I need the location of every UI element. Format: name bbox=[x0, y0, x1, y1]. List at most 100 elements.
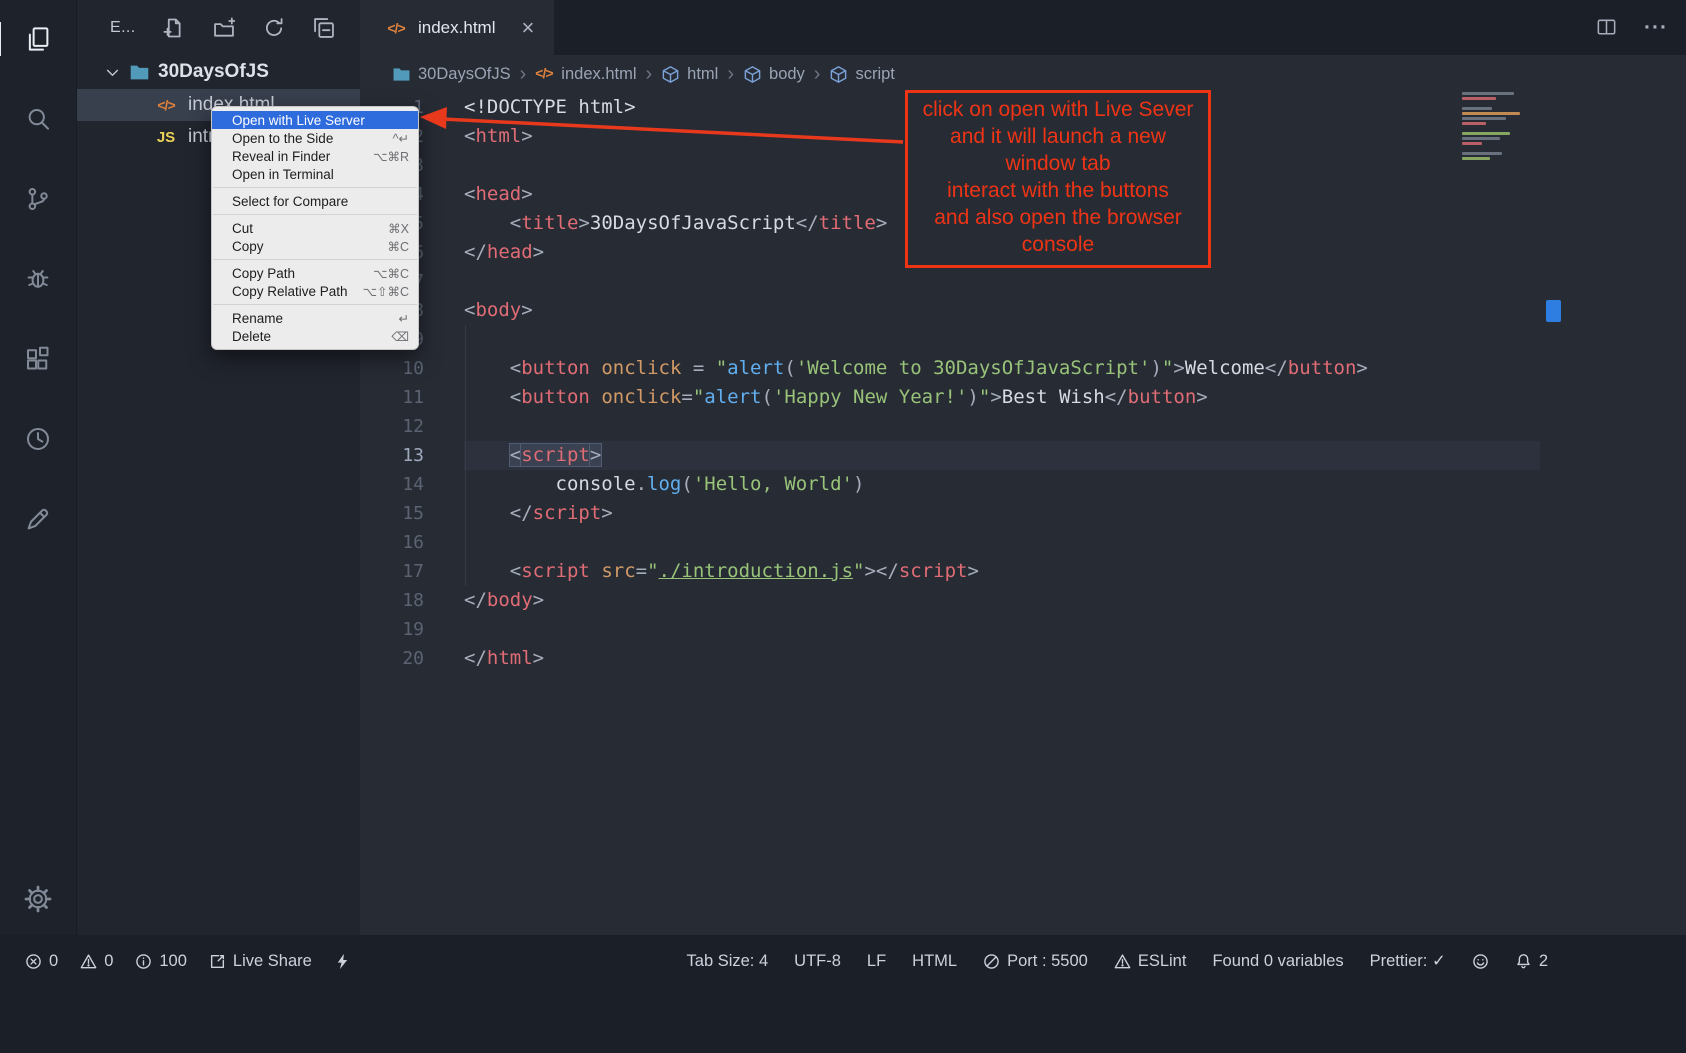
activity-bar-bottom bbox=[0, 884, 76, 935]
tree-root-row[interactable]: 30DaysOfJS bbox=[77, 55, 360, 89]
html-icon: </> bbox=[153, 97, 179, 113]
debug-icon[interactable] bbox=[23, 264, 53, 294]
status-tab-size-4[interactable]: Tab Size: 4 bbox=[687, 952, 769, 971]
line-number[interactable]: 11 bbox=[360, 383, 464, 412]
code-text: </body> bbox=[464, 586, 1540, 615]
code-line-14[interactable]: 14 console.log('Hello, World') bbox=[360, 470, 1540, 499]
line-number[interactable]: 13 bbox=[360, 441, 464, 470]
code-text bbox=[464, 267, 1540, 296]
refresh-icon[interactable] bbox=[263, 17, 285, 39]
cube-icon bbox=[829, 65, 848, 84]
code-line-18[interactable]: 18</body> bbox=[360, 586, 1540, 615]
vscode-window: E... 30DaysOfJS </>index.htmlJSintroduct… bbox=[0, 0, 1686, 1053]
status-live-share[interactable]: Live Share bbox=[209, 952, 312, 971]
tab-index-html[interactable]: </> index.html × bbox=[360, 0, 554, 55]
files-icon[interactable] bbox=[23, 24, 53, 54]
status-label: 2 bbox=[1539, 952, 1548, 971]
code-text: console.log('Hello, World') bbox=[464, 470, 1540, 499]
code-line-19[interactable]: 19 bbox=[360, 615, 1540, 644]
menu-item-open-to-the-side[interactable]: Open to the Side^↵ bbox=[212, 129, 418, 147]
info-icon bbox=[135, 953, 152, 970]
menu-item-shortcut: ⌘C bbox=[387, 239, 409, 254]
code-line-17[interactable]: 17 <script src="./introduction.js"></scr… bbox=[360, 557, 1540, 586]
menu-item-label: Copy Path bbox=[232, 266, 295, 281]
menu-item-copy-path[interactable]: Copy Path⌥⌘C bbox=[212, 264, 418, 282]
code-line-9[interactable]: 9 bbox=[360, 325, 1540, 354]
status-port-5500[interactable]: Port : 5500 bbox=[983, 952, 1088, 971]
code-text: </html> bbox=[464, 644, 1540, 673]
code-line-13[interactable]: 13 <script> bbox=[360, 441, 1540, 470]
status-0[interactable]: 0 bbox=[25, 952, 58, 971]
error-icon bbox=[25, 953, 42, 970]
settings-gear-icon[interactable] bbox=[23, 884, 53, 914]
line-number[interactable]: 12 bbox=[360, 412, 464, 441]
code-line-15[interactable]: 15 </script> bbox=[360, 499, 1540, 528]
line-number[interactable]: 19 bbox=[360, 615, 464, 644]
split-editor-icon[interactable] bbox=[1595, 16, 1618, 39]
indent-guide bbox=[465, 325, 466, 586]
menu-item-open-with-live-server[interactable]: Open with Live Server bbox=[212, 111, 418, 129]
close-icon[interactable]: × bbox=[521, 17, 534, 39]
clock-icon[interactable] bbox=[23, 424, 53, 454]
menu-item-label: Select for Compare bbox=[232, 194, 348, 209]
more-actions-icon[interactable]: ··· bbox=[1644, 17, 1668, 38]
code-line-10[interactable]: 10 <button onclick = "alert('Welcome to … bbox=[360, 354, 1540, 383]
status-0[interactable]: 0 bbox=[80, 952, 113, 971]
status-smiley-icon[interactable] bbox=[1472, 953, 1489, 970]
status-100[interactable]: 100 bbox=[135, 952, 187, 971]
menu-separator bbox=[213, 187, 417, 188]
status-2[interactable]: 2 bbox=[1515, 952, 1548, 971]
status-utf-8[interactable]: UTF-8 bbox=[794, 952, 841, 971]
status-label: HTML bbox=[912, 952, 957, 971]
line-number[interactable]: 10 bbox=[360, 354, 464, 383]
status-found-0-variables[interactable]: Found 0 variables bbox=[1212, 952, 1343, 971]
new-file-icon[interactable] bbox=[163, 17, 185, 39]
minimap[interactable] bbox=[1458, 92, 1542, 162]
source-control-icon[interactable] bbox=[23, 184, 53, 214]
line-number[interactable]: 18 bbox=[360, 586, 464, 615]
menu-item-copy[interactable]: Copy⌘C bbox=[212, 237, 418, 255]
breadcrumb-index-html[interactable]: </>index.html bbox=[535, 65, 636, 84]
breadcrumb-html[interactable]: html bbox=[661, 65, 718, 84]
menu-item-label: Open to the Side bbox=[232, 131, 333, 146]
menu-item-copy-relative-path[interactable]: Copy Relative Path⌥⇧⌘C bbox=[212, 282, 418, 300]
menu-item-open-in-terminal[interactable]: Open in Terminal bbox=[212, 165, 418, 183]
menu-item-reveal-in-finder[interactable]: Reveal in Finder⌥⌘R bbox=[212, 147, 418, 165]
line-number[interactable]: 16 bbox=[360, 528, 464, 557]
menu-item-shortcut: ⌥⇧⌘C bbox=[363, 284, 409, 299]
menu-item-label: Cut bbox=[232, 221, 253, 236]
chevron-down-icon bbox=[104, 64, 121, 81]
bell-icon bbox=[1515, 953, 1532, 970]
status-prettier[interactable]: Prettier: ✓ bbox=[1370, 951, 1446, 971]
line-number[interactable]: 17 bbox=[360, 557, 464, 586]
code-line-16[interactable]: 16 bbox=[360, 528, 1540, 557]
breadcrumb-30daysofjs[interactable]: 30DaysOfJS bbox=[392, 65, 511, 84]
code-line-12[interactable]: 12 bbox=[360, 412, 1540, 441]
line-number[interactable]: 14 bbox=[360, 470, 464, 499]
code-line-7[interactable]: 7 bbox=[360, 267, 1540, 296]
context-menu: Open with Live ServerOpen to the Side^↵R… bbox=[211, 106, 419, 350]
extensions-icon[interactable] bbox=[23, 344, 53, 374]
breadcrumb-body[interactable]: body bbox=[743, 65, 805, 84]
collapse-folders-icon[interactable] bbox=[313, 17, 335, 39]
chevron-right-icon: › bbox=[646, 64, 653, 84]
breadcrumb-script[interactable]: script bbox=[829, 65, 894, 84]
menu-item-cut[interactable]: Cut⌘X bbox=[212, 219, 418, 237]
code-line-11[interactable]: 11 <button onclick="alert('Happy New Yea… bbox=[360, 383, 1540, 412]
menu-item-select-for-compare[interactable]: Select for Compare bbox=[212, 192, 418, 210]
status-lf[interactable]: LF bbox=[867, 952, 886, 971]
pen-icon[interactable] bbox=[23, 504, 53, 534]
menu-item-delete[interactable]: Delete⌫ bbox=[212, 327, 418, 345]
new-folder-icon[interactable] bbox=[213, 17, 235, 39]
status-eslint[interactable]: ESLint bbox=[1114, 952, 1187, 971]
status-lightning-icon[interactable] bbox=[334, 953, 351, 970]
annotation-box: click on open with Live Sever and it wil… bbox=[905, 90, 1211, 268]
status-html[interactable]: HTML bbox=[912, 952, 957, 971]
code-line-20[interactable]: 20</html> bbox=[360, 644, 1540, 673]
search-icon[interactable] bbox=[23, 104, 53, 134]
line-number[interactable]: 15 bbox=[360, 499, 464, 528]
menu-item-rename[interactable]: Rename↵ bbox=[212, 309, 418, 327]
code-line-8[interactable]: 8<body> bbox=[360, 296, 1540, 325]
status-label: UTF-8 bbox=[794, 952, 841, 971]
line-number[interactable]: 20 bbox=[360, 644, 464, 673]
